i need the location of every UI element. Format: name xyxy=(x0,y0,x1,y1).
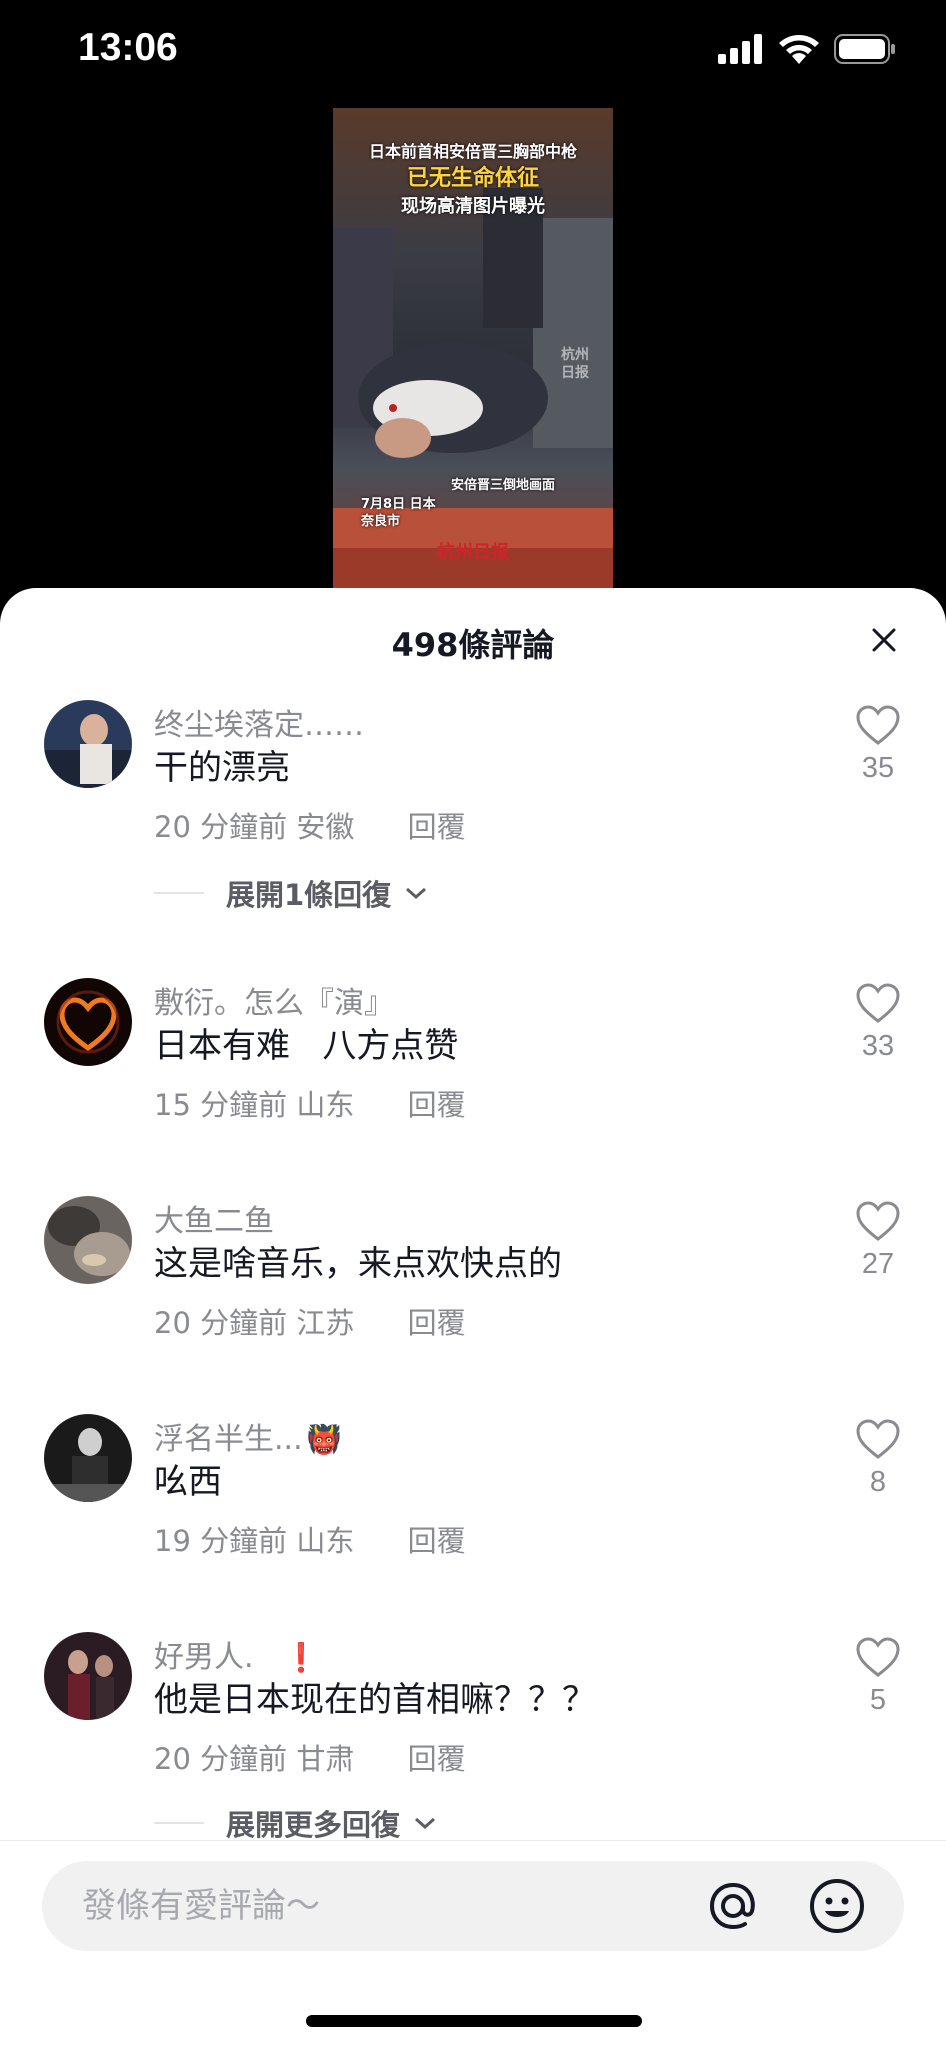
expand-replies-button[interactable]: 展開1條回復 xyxy=(154,872,431,914)
avatar[interactable] xyxy=(44,978,132,1066)
comment-count-title: 498條評論 xyxy=(391,626,555,664)
at-icon[interactable] xyxy=(702,1875,764,1937)
heart-icon xyxy=(856,1201,900,1241)
expand-replies-label: 展開1條回復 xyxy=(226,878,392,912)
reply-button[interactable]: 回覆 xyxy=(408,1088,466,1122)
comment-author[interactable]: 敷衍。怎么『演』 xyxy=(154,978,394,1022)
video-preview[interactable]: 日本前首相安倍晋三胸部中枪 已无生命体征 现场高清图片曝光 杭州 日报 安倍晋三… xyxy=(333,108,613,588)
chevron-down-icon xyxy=(406,887,427,900)
comment-author[interactable]: 大鱼二鱼 xyxy=(154,1196,274,1240)
comment-text: 干的漂亮 xyxy=(154,748,290,788)
comment-meta: 20 分鐘前 安徽 回覆 xyxy=(154,804,466,846)
status-icons xyxy=(718,34,896,64)
video-headline-1: 日本前首相安倍晋三胸部中枪 xyxy=(368,142,577,161)
comment-meta: 20 分鐘前 江苏 回覆 xyxy=(154,1300,466,1342)
comment-time: 20 分鐘前 xyxy=(154,1742,288,1776)
heart-icon xyxy=(856,705,900,745)
heart-icon xyxy=(856,1637,900,1677)
reply-button[interactable]: 回覆 xyxy=(408,1306,466,1340)
avatar[interactable] xyxy=(44,1196,132,1284)
comment-text: 吆西 xyxy=(154,1462,222,1502)
comment-location: 山东 xyxy=(296,1088,355,1122)
avatar[interactable] xyxy=(44,1414,132,1502)
comment-author[interactable]: 好男人. ❗ xyxy=(154,1632,318,1676)
comment-sheet: 498條評論 终尘埃落定…… 干的漂亮 20 分鐘前 安徽 回覆 展開1條回復 … xyxy=(0,588,946,2048)
status-time: 13:06 xyxy=(78,26,178,69)
comment-meta: 15 分鐘前 山东 回覆 xyxy=(154,1082,466,1124)
video-date-place: 7月8日 日本 奈良市 xyxy=(361,497,436,529)
comment-time: 20 分鐘前 xyxy=(154,810,288,844)
exclamation-emoji-icon: ❗ xyxy=(283,1641,319,1674)
video-caption: 安倍晋三倒地画面 xyxy=(451,478,556,493)
wifi-icon xyxy=(779,35,819,64)
like-button[interactable]: 8 xyxy=(848,1418,908,1499)
video-watermark: 杭州 日报 xyxy=(561,347,589,381)
reply-button[interactable]: 回覆 xyxy=(408,1742,466,1776)
like-button[interactable]: 33 xyxy=(848,982,908,1063)
video-logo: 杭州日报 xyxy=(437,542,509,563)
home-indicator xyxy=(306,2015,642,2027)
comment-author-name: 好男人. xyxy=(154,1640,254,1675)
like-button[interactable]: 5 xyxy=(848,1636,908,1717)
video-headline-2: 已无生命体征 xyxy=(406,166,539,191)
comment-location: 甘肃 xyxy=(296,1742,355,1776)
divider xyxy=(154,892,204,894)
comment-input-container xyxy=(42,1861,904,1951)
like-count: 35 xyxy=(861,752,895,784)
emoji-icon[interactable] xyxy=(806,1875,868,1937)
close-icon[interactable] xyxy=(868,624,900,656)
reply-button[interactable]: 回覆 xyxy=(408,810,466,844)
comment-author[interactable]: 浮名半生... 👹 xyxy=(154,1414,341,1458)
expand-replies-label: 展開更多回復 xyxy=(226,1808,401,1842)
comment-location: 安徽 xyxy=(296,810,355,844)
heart-icon xyxy=(856,1419,900,1459)
like-count: 27 xyxy=(861,1248,895,1280)
like-button[interactable]: 27 xyxy=(848,1200,908,1281)
comment-input-bar xyxy=(0,1840,946,2048)
like-button[interactable]: 35 xyxy=(848,704,908,785)
comment-author-name: 浮名半生... xyxy=(154,1422,303,1457)
comment-text: 这是啥音乐，来点欢快点的 xyxy=(154,1244,562,1284)
like-count: 5 xyxy=(869,1684,887,1716)
comment-author[interactable]: 终尘埃落定…… xyxy=(154,700,364,744)
comment-meta: 19 分鐘前 山东 回覆 xyxy=(154,1518,466,1560)
avatar[interactable] xyxy=(44,700,132,788)
comment-time: 19 分鐘前 xyxy=(154,1524,288,1558)
chevron-down-icon xyxy=(415,1817,436,1830)
heart-icon xyxy=(856,983,900,1023)
expand-more-replies-button[interactable]: 展開更多回復 xyxy=(154,1802,440,1844)
video-headline-3: 现场高清图片曝光 xyxy=(401,196,545,217)
comment-location: 山东 xyxy=(296,1524,355,1558)
comment-location: 江苏 xyxy=(296,1306,355,1340)
status-bar: 13:06 xyxy=(0,0,946,110)
comment-text: 日本有难 八方点赞 xyxy=(154,1026,459,1066)
avatar[interactable] xyxy=(44,1632,132,1720)
comment-input[interactable] xyxy=(82,1861,702,1951)
battery-icon xyxy=(834,34,895,64)
ogre-emoji-icon: 👹 xyxy=(306,1423,342,1456)
comment-time: 15 分鐘前 xyxy=(154,1088,288,1122)
comment-time: 20 分鐘前 xyxy=(154,1306,288,1340)
comment-meta: 20 分鐘前 甘肃 回覆 xyxy=(154,1736,466,1778)
divider xyxy=(154,1822,204,1824)
signal-icon xyxy=(718,34,762,64)
reply-button[interactable]: 回覆 xyxy=(408,1524,466,1558)
comment-text: 他是日本现在的首相嘛？？？ xyxy=(154,1680,596,1720)
like-count: 33 xyxy=(861,1030,895,1062)
like-count: 8 xyxy=(869,1466,887,1498)
